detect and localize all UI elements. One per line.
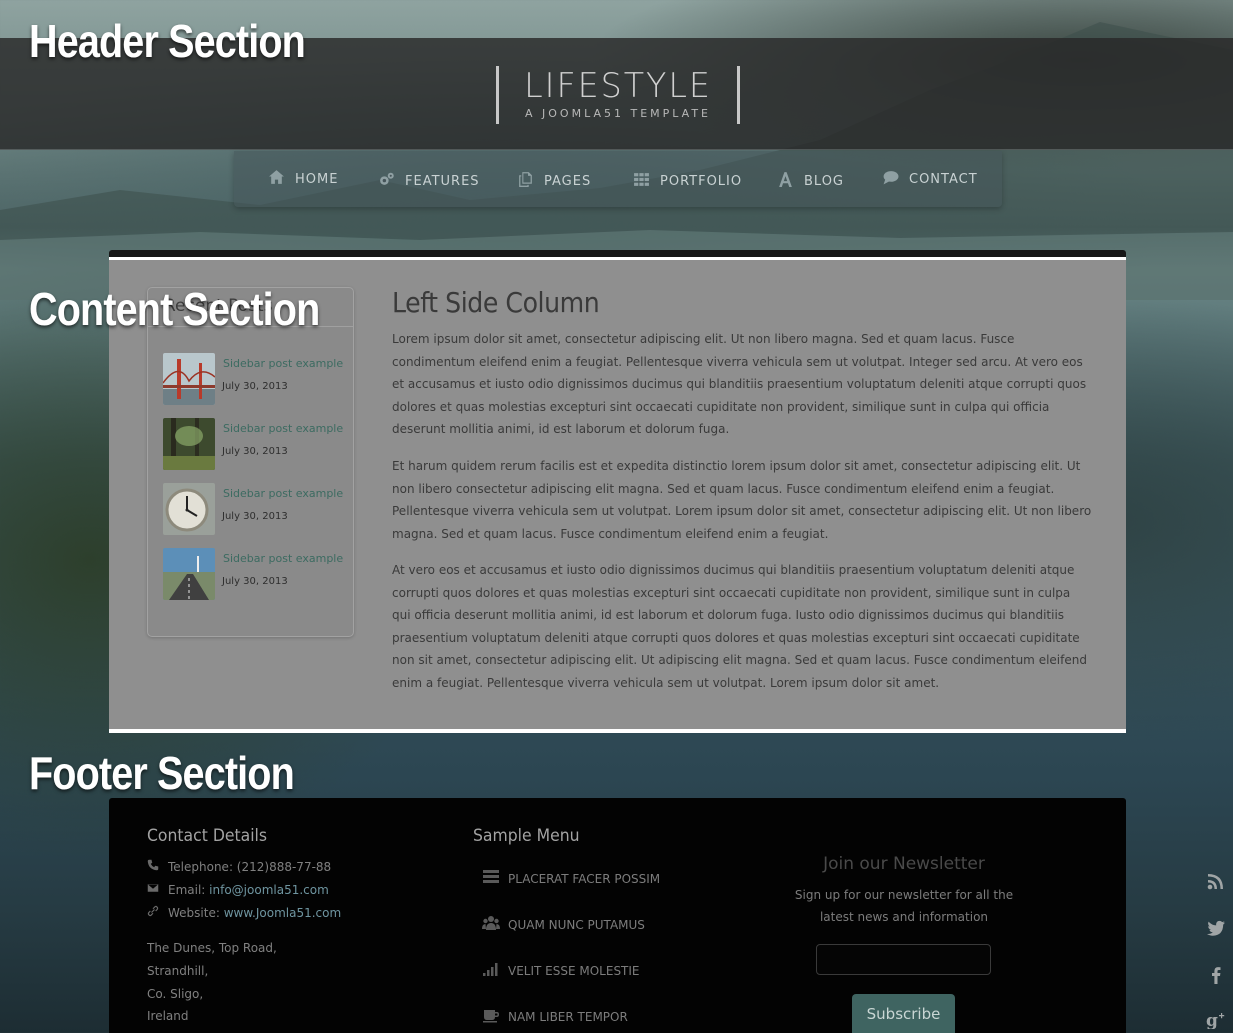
nav-item-pages[interactable]: PAGES — [517, 170, 591, 192]
header-section-caption: Header Section — [29, 15, 306, 67]
contact-website: Website: www.Joomla51.com — [147, 905, 341, 920]
telephone-text: Telephone: (212)888-77-88 — [168, 859, 332, 874]
content-section-caption: Content Section — [29, 283, 320, 335]
group-icon — [482, 915, 500, 934]
site-logo[interactable]: LIFESTYLE A JOOMLA51 TEMPLATE — [496, 66, 740, 124]
recent-posts-module: Recent Posts Sidebar post example July 3… — [147, 287, 354, 637]
contact-telephone: Telephone: (212)888-77-88 — [147, 859, 331, 874]
nav-item-label: HOME — [295, 171, 339, 187]
sidebar-post-date: July 30, 2013 — [222, 511, 288, 522]
logo-subtitle: A JOOMLA51 TEMPLATE — [525, 107, 711, 120]
sidebar-post[interactable]: Sidebar post example July 30, 2013 — [163, 483, 348, 537]
sidebar-post-date: July 30, 2013 — [222, 381, 288, 392]
body-paragraph: At vero eos et accusamus et iusto odio d… — [392, 563, 1087, 690]
road-thumbnail[interactable] — [163, 548, 215, 600]
footer-menu-item[interactable]: VELIT ESSE MOLESTIE — [482, 961, 640, 980]
address-line: Co. Sligo, — [147, 987, 204, 1001]
nav-item-label: PORTFOLIO — [660, 173, 743, 189]
facebook-icon[interactable] — [1206, 965, 1226, 985]
contact-email: Email: info@joomla51.com — [147, 882, 329, 897]
newsletter-heading: Join our Newsletter — [823, 854, 985, 874]
rss-icon[interactable] — [1206, 871, 1226, 891]
website-label: Website: — [168, 905, 220, 920]
coffee-icon — [482, 1007, 500, 1026]
footer-menu-label: NAM LIBER TEMPOR — [508, 1009, 628, 1024]
newsletter-description: Sign up for our newsletter for all the l… — [794, 888, 1014, 924]
twitter-icon[interactable] — [1206, 918, 1226, 938]
nav-item-label: BLOG — [804, 173, 845, 189]
nav-item-label: CONTACT — [909, 171, 978, 187]
signal-icon — [482, 961, 500, 980]
svg-text:g: g — [1206, 1011, 1218, 1029]
bridge-thumbnail[interactable] — [163, 353, 215, 405]
footer-menu-item[interactable]: NAM LIBER TEMPOR — [482, 1007, 628, 1026]
speech-bubble-icon — [882, 169, 899, 190]
clock-thumbnail[interactable] — [163, 483, 215, 535]
page-title: Left Side Column — [392, 286, 600, 319]
font-icon — [777, 171, 794, 192]
gears-icon — [378, 171, 395, 192]
address-line: Strandhill, — [147, 964, 209, 978]
sidebar-post[interactable]: Sidebar post example July 30, 2013 — [163, 418, 348, 472]
sidebar-post-link[interactable]: Sidebar post example — [223, 422, 343, 435]
sidebar-post[interactable]: Sidebar post example July 30, 2013 — [163, 353, 348, 407]
nav-item-label: FEATURES — [405, 173, 480, 189]
forest-thumbnail[interactable] — [163, 418, 215, 470]
nav-item-features[interactable]: FEATURES — [378, 170, 480, 192]
footer-menu-label: VELIT ESSE MOLESTIE — [508, 963, 640, 978]
website-link[interactable]: www.Joomla51.com — [224, 906, 341, 920]
google-plus-icon[interactable]: g — [1206, 1009, 1226, 1031]
address-line: The Dunes, Top Road, — [147, 941, 277, 955]
email-link[interactable]: info@joomla51.com — [209, 883, 329, 897]
sidebar-post-link[interactable]: Sidebar post example — [223, 357, 343, 370]
link-icon — [147, 905, 159, 920]
envelope-icon — [147, 882, 159, 897]
footer-section: Contact Details Telephone: (212)888-77-8… — [109, 798, 1126, 1033]
home-icon — [268, 169, 285, 190]
nav-item-home[interactable]: HOME — [268, 168, 338, 190]
footer-menu-label: QUAM NUNC PUTAMUS — [508, 917, 645, 932]
logo-title: LIFESTYLE — [524, 66, 712, 106]
sidebar-post[interactable]: Sidebar post example July 30, 2013 — [163, 548, 348, 602]
nav-item-blog[interactable]: BLOG — [777, 170, 844, 192]
main-navigation: HOME FEATURES PAGES PORTFOLIO BLOG CONTA… — [234, 151, 1002, 207]
footer-menu-item[interactable]: QUAM NUNC PUTAMUS — [482, 915, 645, 934]
phone-icon — [147, 859, 159, 874]
body-paragraph: Et harum quidem rerum facilis est et exp… — [392, 459, 1092, 541]
nav-item-contact[interactable]: CONTACT — [882, 168, 978, 190]
nav-item-label: PAGES — [544, 173, 592, 189]
footer-menu-item[interactable]: PLACERAT FACER POSSIM — [482, 869, 660, 888]
menu-heading: Sample Menu — [473, 826, 580, 846]
email-label: Email: — [168, 882, 206, 897]
copy-icon — [517, 171, 534, 192]
body-paragraph: Lorem ipsum dolor sit amet, consectetur … — [392, 332, 1087, 436]
footer-menu-label: PLACERAT FACER POSSIM — [508, 871, 661, 886]
grid-icon — [633, 171, 650, 192]
newsletter-email-input[interactable] — [816, 944, 991, 975]
footer-section-caption: Footer Section — [29, 747, 295, 799]
sidebar-post-date: July 30, 2013 — [222, 446, 288, 457]
address-line: Ireland — [147, 1009, 189, 1023]
list-icon — [482, 869, 500, 888]
sidebar-post-date: July 30, 2013 — [222, 576, 288, 587]
sidebar-post-link[interactable]: Sidebar post example — [223, 487, 343, 500]
nav-item-portfolio[interactable]: PORTFOLIO — [633, 170, 742, 192]
sidebar-post-link[interactable]: Sidebar post example — [223, 552, 343, 565]
contact-heading: Contact Details — [147, 826, 268, 846]
subscribe-button[interactable]: Subscribe — [852, 994, 955, 1033]
